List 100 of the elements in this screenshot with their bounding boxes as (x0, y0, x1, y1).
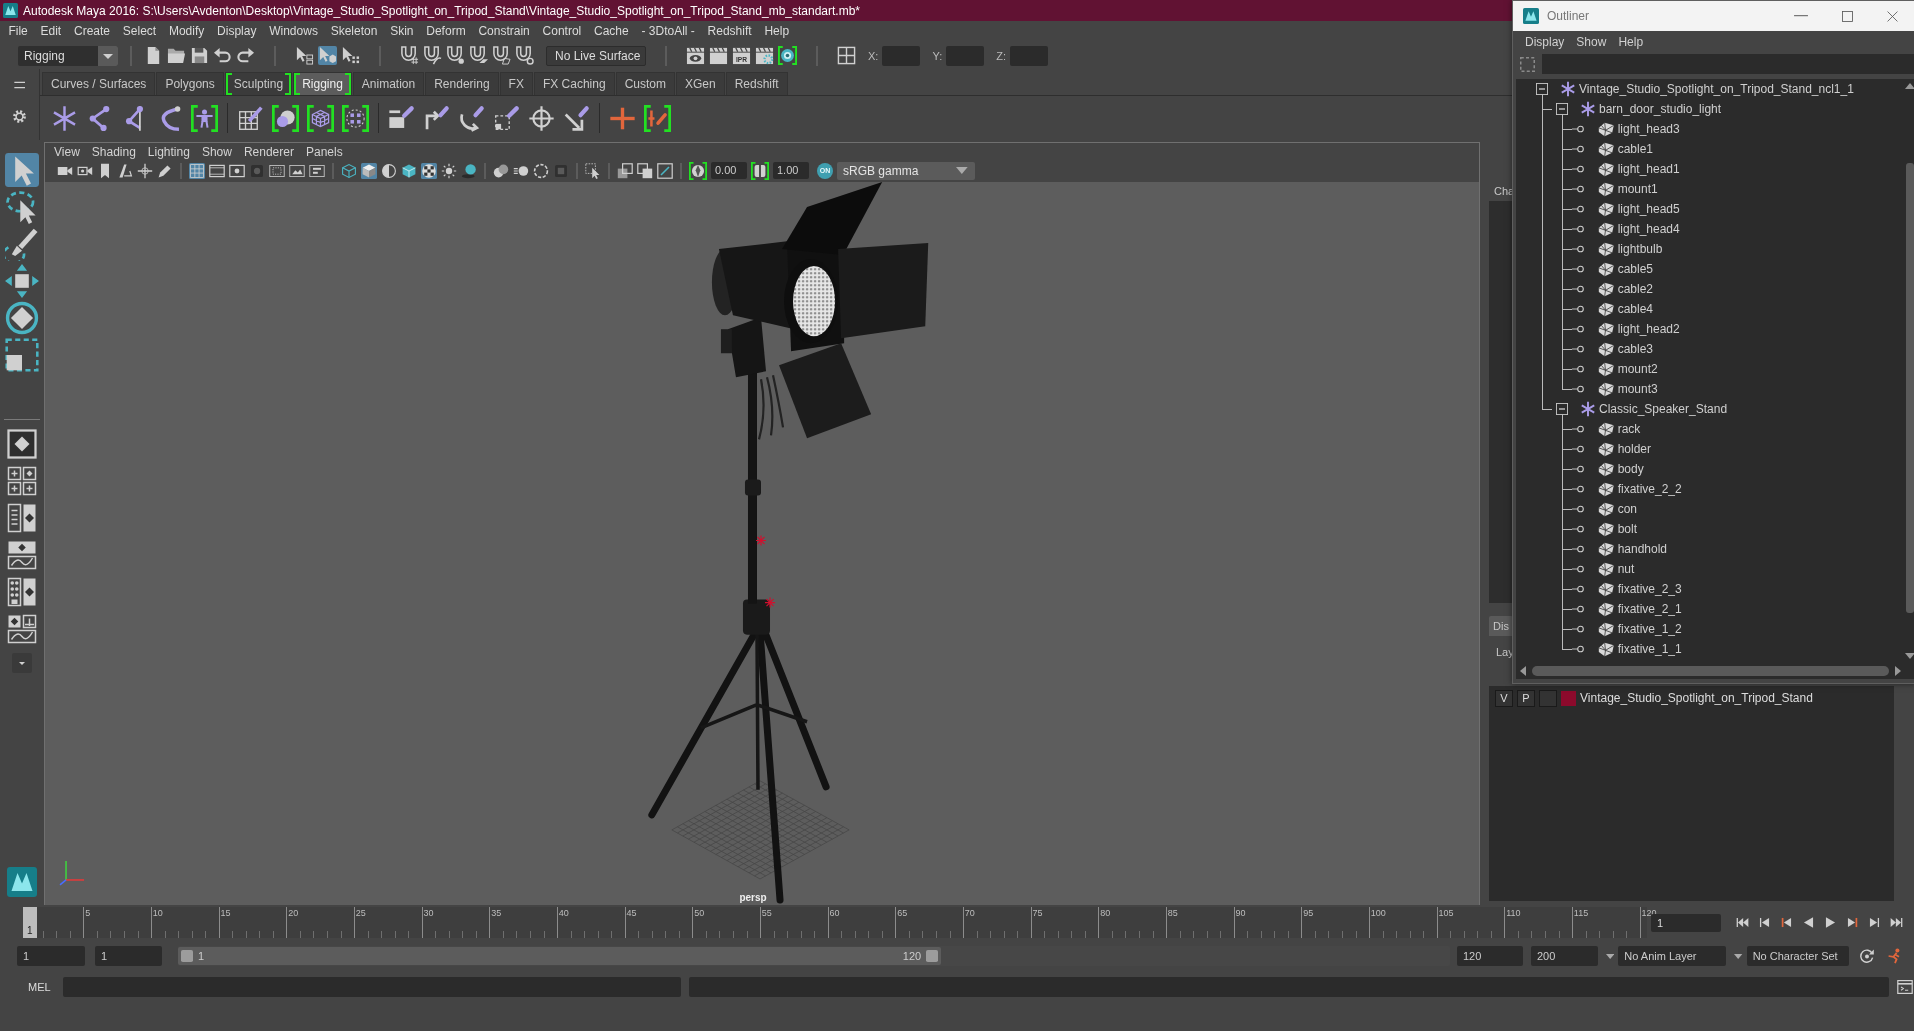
framed-diagonal-icon[interactable] (657, 162, 673, 179)
settings-icon[interactable] (12, 109, 27, 124)
outliner-item[interactable]: light_head2 (1596, 320, 1682, 338)
outliner-item[interactable]: fixative_2_3 (1596, 580, 1684, 598)
view-transform-dropdown[interactable]: sRGB gamma (837, 161, 975, 180)
magnet-point-icon[interactable] (446, 46, 465, 65)
rotate-icon[interactable] (5, 301, 39, 335)
command-language-button[interactable]: MEL (28, 981, 51, 993)
menu-item[interactable]: Constrain (472, 21, 537, 42)
exposure-field[interactable]: 0.00 (711, 162, 747, 180)
outliner-item[interactable]: cable1 (1596, 140, 1656, 158)
skip-to-end-icon[interactable] (1890, 916, 1903, 929)
move-arrows-icon[interactable] (5, 264, 39, 298)
display-tab[interactable]: Dis (1489, 616, 1513, 636)
shelf-tab[interactable]: Rigging (293, 72, 352, 95)
graph-view-icon[interactable] (7, 540, 37, 570)
clapper-eye-icon[interactable] (686, 46, 705, 65)
play-backward-icon[interactable] (1802, 916, 1815, 929)
range-handle-icon[interactable] (181, 950, 193, 962)
maximize-icon[interactable] (1842, 10, 1853, 22)
shelf-tab[interactable]: Rendering (425, 72, 499, 95)
menu-item[interactable]: Help (758, 21, 796, 42)
outliner-item[interactable]: Classic_Speaker_Stand (1578, 400, 1730, 418)
horizontal-scrollbar[interactable] (1532, 666, 1889, 676)
shadow-sphere-icon[interactable] (461, 162, 477, 179)
grid-square-icon[interactable] (837, 46, 856, 65)
shelf-tab[interactable]: Curves / Surfaces (42, 72, 156, 95)
menu-item[interactable]: Help (1612, 35, 1650, 49)
square-tile-icon[interactable] (553, 162, 569, 179)
panel-menu-item[interactable]: View (48, 144, 86, 159)
corner-arrow-link-icon[interactable] (423, 104, 450, 132)
visibility-toggle[interactable]: V (1495, 689, 1513, 707)
outliner-item[interactable]: light_head5 (1596, 200, 1682, 218)
magnet-ring-icon[interactable] (515, 46, 534, 65)
cursor-boxes-icon[interactable] (295, 46, 314, 65)
figure-icon[interactable] (191, 104, 218, 132)
shelf-tab[interactable]: Custom (615, 72, 675, 95)
outliner-item[interactable]: mount2 (1596, 360, 1660, 378)
panel-menu-item[interactable]: Show (195, 144, 238, 159)
crosshair-ring-icon[interactable] (137, 162, 153, 179)
live-surface-button[interactable]: No Live Surface (546, 45, 646, 66)
overlapping-spheres-icon[interactable] (493, 162, 509, 179)
film-frame-icon[interactable] (209, 162, 225, 179)
menu-icon[interactable] (12, 81, 27, 89)
gamma-field[interactable]: 1.00 (773, 162, 809, 180)
dashed-square-icon[interactable] (1520, 56, 1535, 72)
start-time-field[interactable]: 1 (17, 946, 85, 966)
wire-cube-icon[interactable] (401, 162, 417, 179)
outliner-item[interactable]: nut (1596, 560, 1637, 578)
character-set-field[interactable]: No Character Set (1746, 946, 1849, 966)
previous-key-icon[interactable] (1758, 916, 1771, 929)
caret-down-icon[interactable] (1606, 953, 1615, 959)
cursor-cube-icon[interactable] (318, 46, 337, 65)
menu-item[interactable]: Display (210, 21, 263, 42)
paint-brush-icon[interactable] (5, 227, 39, 261)
coordinate-field[interactable] (882, 45, 921, 66)
outliner-item[interactable]: body (1596, 460, 1646, 478)
mode-dropdown[interactable]: Rigging (18, 45, 118, 66)
outliner-item[interactable]: cable3 (1596, 340, 1656, 358)
circular-arrow-icon[interactable] (1858, 948, 1875, 964)
redo-icon[interactable] (236, 46, 255, 65)
minimize-icon[interactable] (1794, 15, 1808, 17)
half-circle-icon[interactable] (381, 162, 397, 179)
grid-brush-icon[interactable] (237, 104, 264, 132)
picture-frame-icon[interactable] (289, 162, 305, 179)
scroll-up-icon[interactable] (1905, 83, 1914, 89)
playback-toggle[interactable]: P (1517, 689, 1535, 707)
menu-item[interactable]: Windows (262, 21, 325, 42)
magnet-plane-icon[interactable] (469, 46, 488, 65)
shelf-tab[interactable]: XGen (675, 72, 725, 95)
menu-item[interactable]: Cache (587, 21, 636, 42)
grid-icon[interactable] (189, 162, 205, 179)
script-window-icon[interactable] (1896, 979, 1913, 995)
range-slider[interactable]: 1 120 (178, 947, 942, 965)
panel-menu-item[interactable]: Lighting (141, 144, 196, 159)
menu-item[interactable]: Display (1519, 35, 1571, 49)
clapper-gear-icon[interactable] (755, 46, 774, 65)
shelf-tab[interactable]: Animation (352, 72, 425, 95)
square-link-icon[interactable] (493, 104, 520, 132)
scroll-right-icon[interactable] (1895, 666, 1901, 676)
menu-item[interactable]: Skin (383, 21, 420, 42)
split-square-icon[interactable] (751, 161, 769, 180)
panel-menu-item[interactable]: Renderer (237, 144, 300, 159)
aperture-icon[interactable] (689, 161, 707, 180)
current-frame-marker[interactable]: 1 (23, 907, 37, 938)
menu-item[interactable]: - 3DtoAll - (635, 21, 702, 42)
dashed-ring-icon[interactable] (533, 162, 549, 179)
next-key-icon[interactable] (1868, 916, 1881, 929)
cross-link-icon[interactable] (644, 104, 671, 132)
lasso-icon[interactable] (5, 190, 39, 224)
crosshair-icon[interactable] (528, 104, 555, 132)
magnet-surface-icon[interactable] (492, 46, 511, 65)
outliner-item[interactable]: cable2 (1596, 280, 1656, 298)
collapse-toggle-icon[interactable] (1556, 403, 1568, 415)
outliner-item[interactable]: light_head1 (1596, 160, 1682, 178)
menu-item[interactable]: File (2, 21, 35, 42)
shelf-tab[interactable]: FX (499, 72, 533, 95)
layer-name[interactable]: Vintage_Studio_Spotlight_on_Tripod_Stand (1580, 691, 1813, 705)
menu-item[interactable]: Deform (419, 21, 472, 42)
spheres-icon[interactable] (272, 104, 299, 132)
